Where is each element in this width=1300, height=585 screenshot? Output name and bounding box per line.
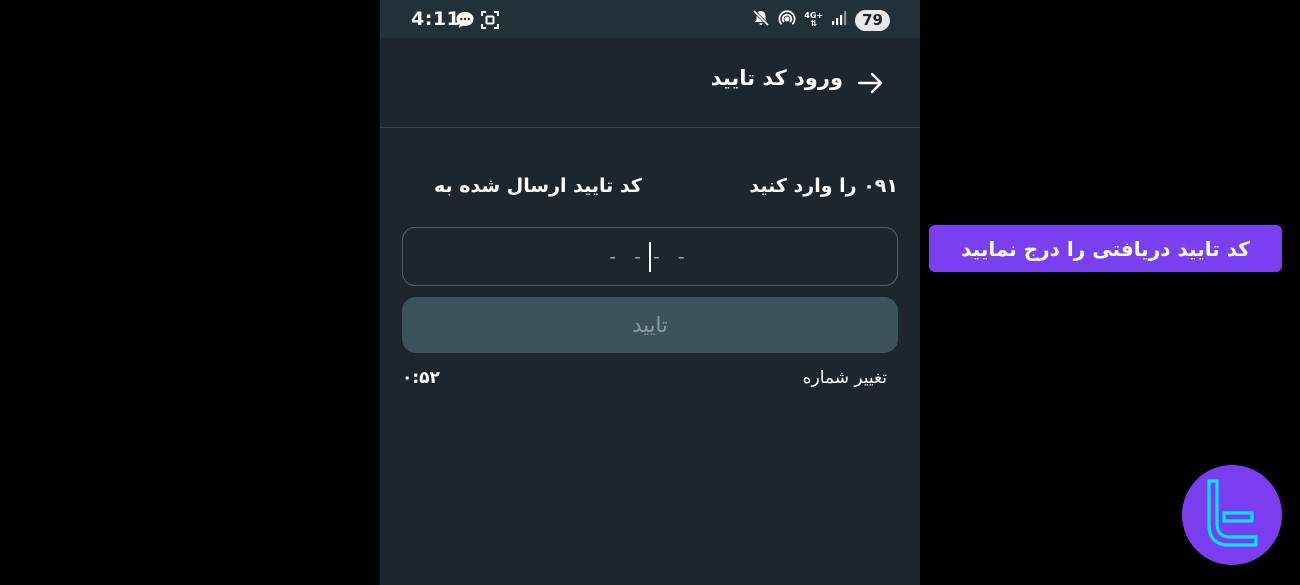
instruction-text: کد تایید ارسال شده به ۰۹۱ را وارد کنید: [434, 175, 898, 197]
signal-icon: [831, 10, 847, 30]
status-time: 4:11: [411, 8, 461, 30]
page-title: ورود کد تایید: [710, 66, 843, 90]
chat-notification-icon: [455, 10, 475, 30]
app-header: ورود کد تایید: [380, 38, 920, 128]
back-arrow-icon[interactable]: [856, 69, 884, 97]
verification-code-input[interactable]: - - - -: [402, 227, 898, 286]
instruction-text-start: کد تایید ارسال شده به: [434, 175, 642, 197]
network-type: 4G+ ⇅: [804, 12, 823, 28]
brand-logo: [1182, 465, 1282, 565]
hotspot-icon: [778, 9, 796, 31]
change-number-link[interactable]: تغییر شماره: [803, 368, 887, 388]
mute-icon: [752, 9, 770, 31]
brand-logo-icon: [1207, 479, 1258, 547]
battery-indicator: 79: [855, 9, 890, 31]
instruction-text-end: ۰۹۱ را وارد کنید: [749, 175, 898, 197]
phone-screen: 4:11 4G+ ⇅ 79 ورود کد تایید کد تایید ارس…: [380, 0, 920, 585]
resend-timer: ۰:۵۲: [402, 368, 440, 388]
confirm-button[interactable]: تایید: [402, 297, 898, 353]
screen: 4:11 4G+ ⇅ 79 ورود کد تایید کد تایید ارس…: [0, 0, 1300, 585]
status-bar: 4:11 4G+ ⇅ 79: [380, 0, 920, 38]
instruction-callout: کد تایید دریافتی را درج نمایید: [929, 225, 1282, 272]
code-placeholder-right: - -: [653, 245, 691, 268]
data-transfer-icon: ⇅: [810, 19, 818, 28]
code-placeholder-left: - -: [609, 245, 647, 268]
status-icons: 4G+ ⇅ 79: [752, 9, 890, 31]
screenshot-icon: [480, 10, 500, 30]
text-caret: [649, 241, 651, 272]
